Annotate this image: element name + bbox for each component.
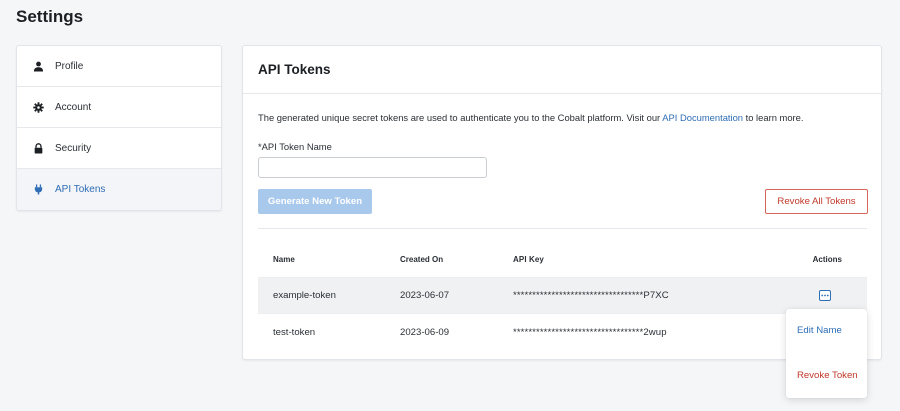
column-header-created: Created On xyxy=(400,255,444,264)
api-documentation-link[interactable]: API Documentation xyxy=(662,112,743,123)
row-actions-dropdown: Edit Name Revoke Token xyxy=(786,309,867,398)
sidebar-item-account[interactable]: Account xyxy=(17,87,221,128)
description-prefix: The generated unique secret tokens are u… xyxy=(258,112,663,123)
sidebar-item-profile[interactable]: Profile xyxy=(17,46,221,87)
sidebar-item-label: Account xyxy=(55,101,92,113)
sidebar-item-label: Profile xyxy=(55,60,84,72)
card-title: API Tokens xyxy=(243,46,881,94)
generate-token-button[interactable]: Generate New Token xyxy=(258,189,372,214)
sidebar-item-label: API Tokens xyxy=(55,184,106,195)
table-row: test-token 2023-06-09 ******************… xyxy=(258,314,867,350)
token-created-date: 2023-06-07 xyxy=(400,290,450,301)
divider xyxy=(258,228,867,229)
token-name: example-token xyxy=(273,290,336,301)
tokens-table: Name Created On API Key Actions example-… xyxy=(258,242,867,350)
ellipsis-icon xyxy=(821,294,829,297)
token-name: test-token xyxy=(273,326,316,338)
sidebar-item-api-tokens[interactable]: API Tokens xyxy=(17,169,221,210)
description-text: The generated unique secret tokens are u… xyxy=(258,112,803,123)
sidebar-item-security[interactable]: Security xyxy=(17,128,221,169)
column-header-name: Name xyxy=(273,255,295,264)
description-suffix: to learn more. xyxy=(743,112,804,123)
revoke-token-menu-item[interactable]: Revoke Token xyxy=(797,370,858,381)
token-name-label: *API Token Name xyxy=(258,141,332,152)
sidebar-item-label: Security xyxy=(55,142,92,154)
column-header-actions: Actions xyxy=(812,255,842,264)
token-name-input[interactable] xyxy=(258,157,487,178)
settings-sidebar: Profile Account Security API Tokens xyxy=(16,45,222,211)
user-icon xyxy=(32,60,44,72)
edit-name-menu-item[interactable]: Edit Name xyxy=(797,325,842,336)
token-api-key: **********************************P7XC xyxy=(513,290,669,301)
revoke-all-tokens-button[interactable]: Revoke All Tokens xyxy=(765,189,868,214)
page-title: Settings xyxy=(16,7,84,26)
gear-icon xyxy=(32,101,44,113)
token-created-date: 2023-06-09 xyxy=(400,326,450,338)
table-row: example-token 2023-06-07 ***************… xyxy=(258,278,867,314)
column-header-api-key: API Key xyxy=(513,255,544,264)
lock-icon xyxy=(32,142,44,154)
table-header-row: Name Created On API Key Actions xyxy=(258,242,867,278)
row-actions-menu-button[interactable] xyxy=(819,290,831,301)
plug-icon xyxy=(32,184,44,196)
token-api-key: **********************************2wup xyxy=(513,326,667,338)
